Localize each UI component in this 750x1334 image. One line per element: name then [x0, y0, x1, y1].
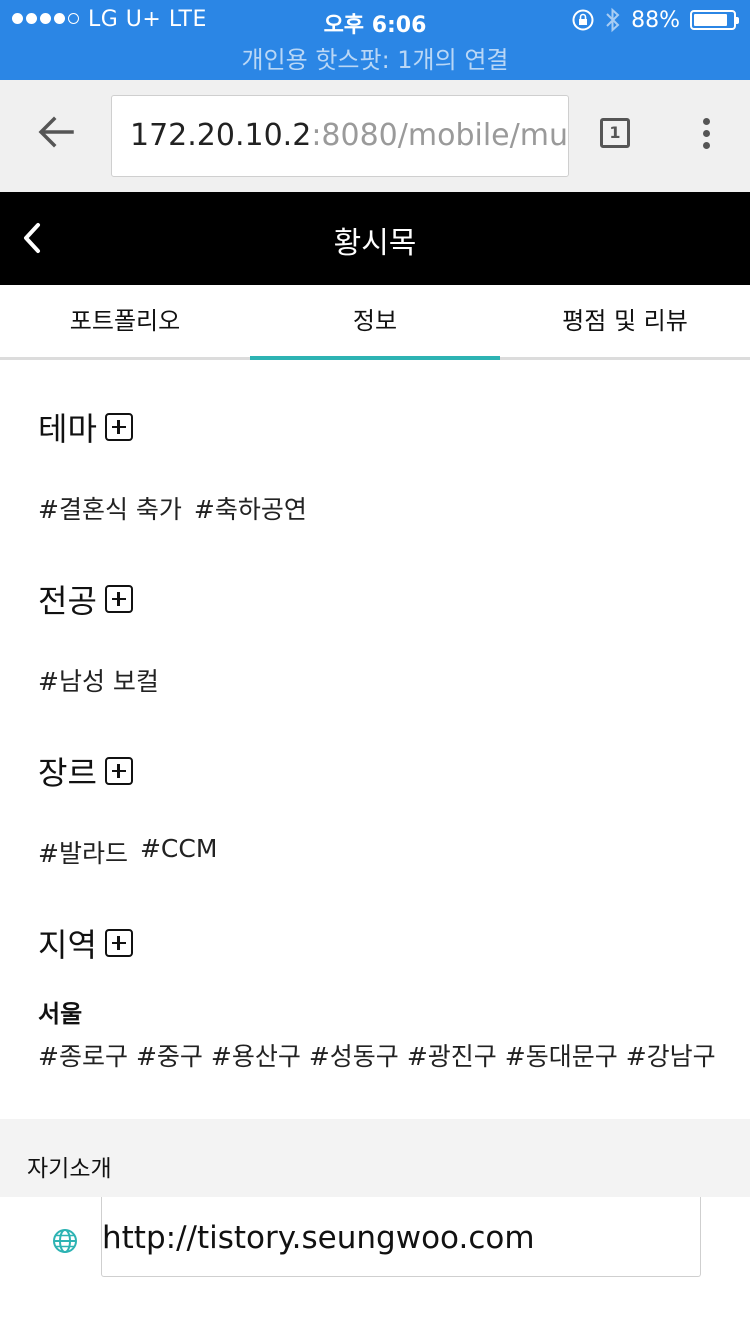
tag: #CCM	[139, 834, 218, 863]
tab-switcher-button[interactable]: 1	[600, 118, 630, 148]
status-right: 88%	[571, 7, 739, 33]
region-tags: #종로구 #중구 #용산구 #성동구 #광진구 #동대문구 #강남구	[38, 1037, 718, 1073]
region-heading: 지역	[38, 920, 718, 966]
region-title: 지역	[38, 926, 97, 964]
rotation-lock-icon	[572, 9, 594, 31]
add-genre-plus-icon[interactable]	[104, 757, 133, 785]
intro-header: 자기소개	[0, 1119, 750, 1197]
theme-section: 테마 #결혼식 축가 #축하공연	[38, 404, 718, 526]
genre-title: 장르	[38, 754, 97, 792]
major-tags: #남성 보컬	[38, 662, 718, 698]
battery-percent: 88%	[631, 7, 680, 33]
tag: #광진구	[406, 1042, 497, 1071]
website-field[interactable]: http://tistory.seungwoo.com	[101, 1197, 701, 1277]
tag: #성동구	[308, 1042, 399, 1071]
major-heading: 전공	[38, 576, 718, 622]
tag: #종로구	[38, 1042, 128, 1071]
back-arrow-icon[interactable]	[36, 112, 76, 152]
add-major-plus-icon[interactable]	[104, 585, 133, 613]
bluetooth-icon	[606, 7, 620, 33]
tab-portfolio[interactable]: 포트폴리오	[0, 285, 250, 357]
tag: #결혼식 축가	[38, 495, 182, 524]
tab-info[interactable]: 정보	[250, 285, 500, 360]
theme-heading: 테마	[38, 404, 718, 450]
app-header: 황시목	[0, 192, 750, 285]
add-theme-plus-icon[interactable]	[104, 413, 133, 441]
hotspot-banner[interactable]: 개인용 핫스팟: 1개의 연결	[0, 40, 750, 75]
genre-heading: 장르	[38, 748, 718, 794]
theme-tags: #결혼식 축가 #축하공연	[38, 490, 718, 526]
tag: #축하공연	[193, 495, 307, 524]
tab-reviews[interactable]: 평점 및 리뷰	[500, 285, 750, 357]
browser-toolbar: 172.20.10.2:8080/mobile/mus 1	[0, 80, 750, 192]
region-city: 서울	[38, 1000, 83, 1028]
status-bar: LG U+ LTE 오후 6:06 88% 개인용 핫스팟: 1개의 연결	[0, 0, 750, 80]
intro-label: 자기소개	[27, 1156, 112, 1182]
address-bar[interactable]: 172.20.10.2:8080/mobile/mus	[111, 95, 569, 177]
website-row: http://tistory.seungwoo.com	[0, 1197, 750, 1334]
major-section: 전공 #남성 보컬	[38, 576, 718, 698]
theme-title: 테마	[38, 410, 97, 448]
url-host: 172.20.10.2	[130, 118, 312, 153]
tag: #중구	[135, 1042, 203, 1071]
tag: #강남구	[625, 1042, 716, 1071]
tag: #남성 보컬	[38, 667, 159, 696]
page-title: 황시목	[333, 226, 417, 261]
battery-fill	[694, 14, 728, 26]
major-title: 전공	[38, 582, 97, 620]
genre-section: 장르 #발라드 #CCM	[38, 748, 718, 870]
globe-icon	[53, 1229, 77, 1253]
tab-bar: 포트폴리오 정보 평점 및 리뷰	[0, 285, 750, 360]
add-region-plus-icon[interactable]	[104, 929, 133, 957]
status-row: LG U+ LTE 오후 6:06 88%	[0, 0, 750, 42]
url-path: :8080/mobile/mus	[311, 118, 569, 153]
more-menu-icon[interactable]	[699, 118, 713, 152]
battery-icon	[690, 10, 739, 30]
genre-tags: #발라드 #CCM	[38, 834, 718, 870]
tag: #발라드	[38, 839, 128, 868]
region-section: 지역 서울 #종로구 #중구 #용산구 #성동구 #광진구 #동대문구 #강남구	[38, 920, 718, 1073]
tag: #용산구	[210, 1042, 301, 1071]
tag: #동대문구	[504, 1042, 618, 1071]
